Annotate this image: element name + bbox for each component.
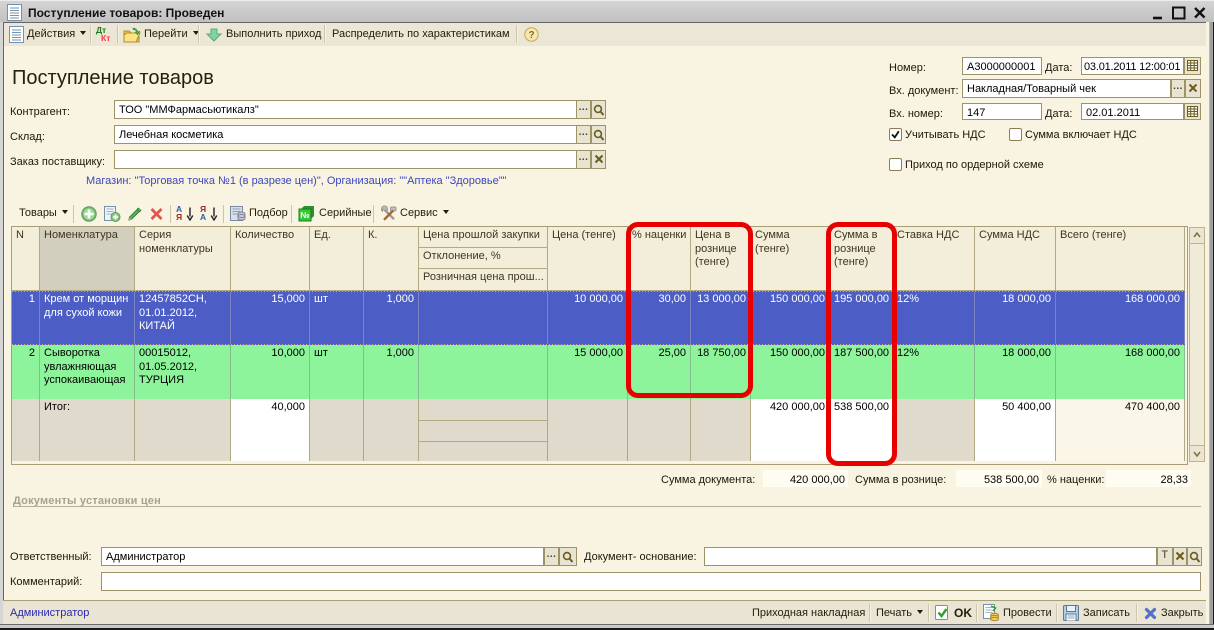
svg-text:?: ? <box>528 30 534 41</box>
svg-text:№: № <box>300 210 310 220</box>
